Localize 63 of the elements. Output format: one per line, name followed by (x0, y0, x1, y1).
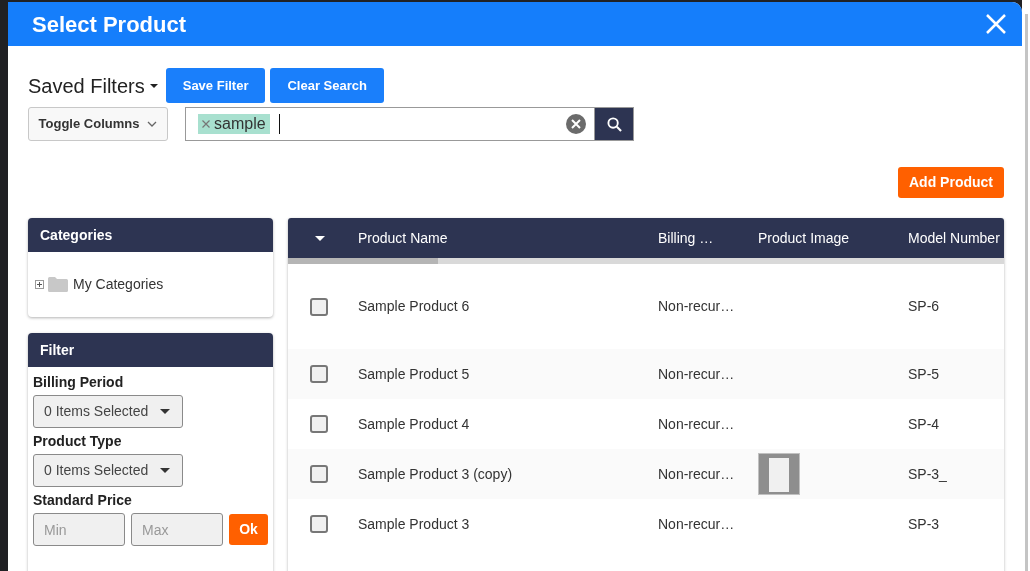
text-cursor (278, 114, 281, 134)
close-icon[interactable] (986, 14, 1006, 34)
table-row[interactable]: Sample Product 6 Non-recur… SP-6 (288, 264, 1004, 349)
remove-icon[interactable] (202, 120, 210, 128)
multi-select-dropdown[interactable]: 0 Items Selected (33, 395, 183, 428)
tag-label: sample (214, 114, 266, 134)
checkbox[interactable] (310, 297, 328, 316)
max-price-input[interactable]: Max (131, 513, 223, 546)
column-header[interactable]: Model Number (908, 227, 1000, 249)
dropdown-value: 0 Items Selected (44, 461, 149, 480)
caret-down-icon (160, 409, 170, 414)
table-cell-text: Non-recur… (658, 514, 735, 534)
tree-item[interactable]: My Categories (35, 274, 266, 295)
toolbar-button[interactable]: Save Filter (165, 68, 266, 103)
panel-header: Filter (28, 333, 273, 367)
table-cell-text: Sample Product 6 (358, 297, 470, 316)
search-icon (606, 116, 622, 132)
expand-icon[interactable] (35, 280, 44, 289)
checkbox[interactable] (310, 415, 328, 433)
checkbox[interactable] (310, 465, 328, 483)
sort-caret-icon[interactable] (315, 235, 325, 241)
caret-down-icon (149, 83, 158, 88)
toolbar-button[interactable]: Clear Search (270, 68, 384, 103)
table-cell-text: Sample Product 3 (copy) (358, 464, 513, 484)
tree-label: My Categories (73, 275, 164, 294)
table-cell-text: Non-recur… (658, 414, 735, 434)
filter-tag[interactable]: sample (198, 114, 270, 134)
search-field[interactable]: sample (185, 107, 594, 141)
dialog-title: Select Product (32, 10, 187, 39)
table-cell-text: Sample Product 3 (358, 514, 470, 534)
table-cell-text: SP-4 (908, 414, 940, 434)
filter-label: Product Type (33, 433, 123, 449)
table-cell-text: Non-recur… (658, 364, 735, 384)
multi-select-dropdown[interactable]: 0 Items Selected (33, 454, 183, 487)
min-price-input[interactable]: Min (33, 513, 125, 546)
table-cell-text: SP-6 (908, 297, 940, 316)
chevron-down-icon (147, 121, 158, 127)
clear-icon[interactable] (566, 114, 586, 134)
table-cell-text: SP-5 (908, 364, 940, 384)
folder-icon (48, 277, 68, 292)
column-header[interactable]: Product Image (758, 227, 850, 249)
column-header[interactable]: Product Name (358, 227, 448, 249)
panel-header: Categories (28, 218, 273, 252)
table-cell-text: Sample Product 4 (358, 414, 470, 434)
filter-label: Standard Price (33, 492, 133, 508)
search-button[interactable] (594, 107, 634, 141)
table-row[interactable]: Sample Product 5 Non-recur… SP-5 (288, 349, 1004, 399)
table-cell-text: Non-recur… (658, 297, 735, 316)
table-row[interactable]: Sample Product 4 Non-recur… SP-4 (288, 399, 1004, 449)
dropdown-value: 0 Items Selected (44, 402, 149, 421)
filter-label: Billing Period (33, 374, 125, 390)
saved-filters-dropdown[interactable]: Saved Filters (28, 70, 158, 101)
table-row[interactable]: Sample Product 3 (copy) Non-recur… SP-3_ (288, 449, 1004, 499)
table-cell-text: SP-3 (908, 514, 940, 534)
checkbox[interactable] (310, 515, 328, 533)
caret-down-icon (160, 468, 170, 473)
table-cell-text: Sample Product 5 (358, 364, 470, 384)
table-cell-text: SP-3_ (908, 464, 947, 484)
toggle-columns-button[interactable]: Toggle Columns (28, 107, 168, 141)
table-row[interactable]: Sample Product 3 Non-recur… SP-3 (288, 499, 1004, 549)
column-header[interactable]: Billing … (658, 227, 714, 249)
table-cell-text: Non-recur… (658, 464, 735, 484)
checkbox[interactable] (310, 365, 328, 383)
